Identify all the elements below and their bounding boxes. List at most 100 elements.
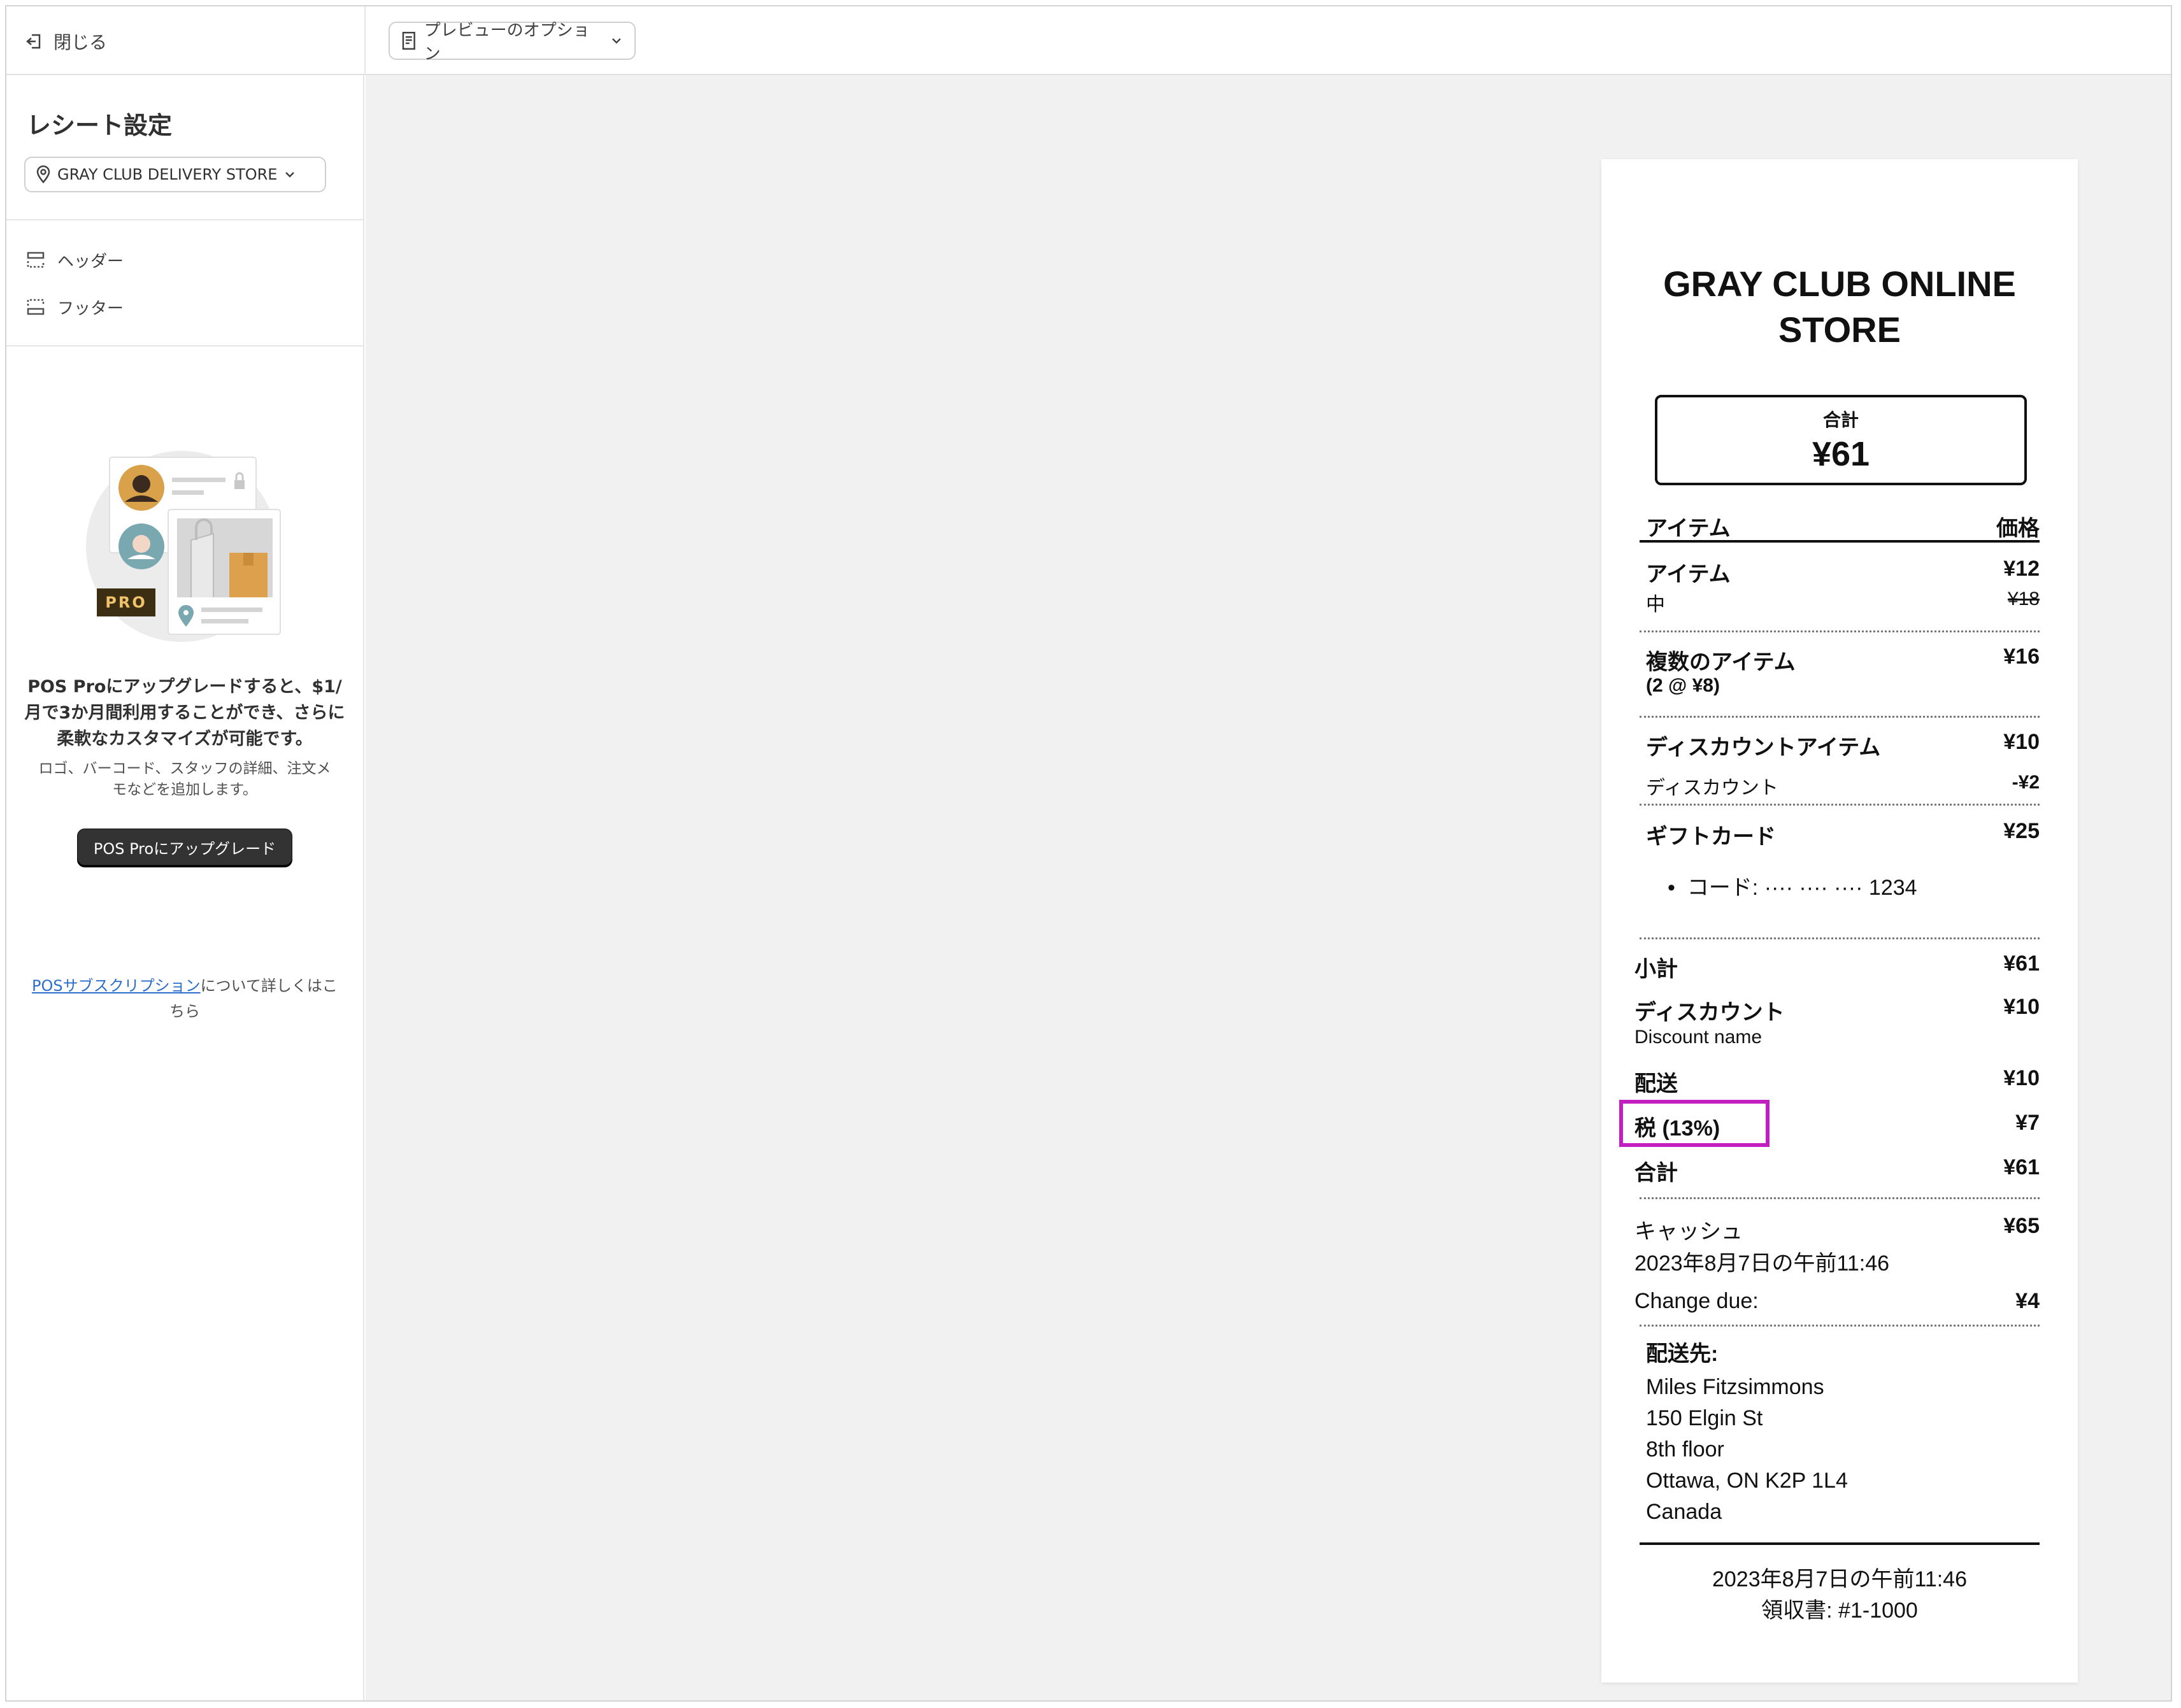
address-line: Miles Fitzsimmons	[1646, 1375, 1824, 1399]
promo-description: ロゴ、バーコード、スタッフの詳細、注文メモなどを追加します。	[38, 760, 331, 798]
pro-illustration-graphic	[86, 451, 281, 642]
exit-icon	[26, 34, 41, 49]
nav-item-footer[interactable]: フッター	[27, 293, 124, 321]
discount-row: ディスカウント ¥10	[1634, 995, 2040, 1026]
address-line: 150 Elgin St	[1646, 1406, 1763, 1430]
close-label: 閉じる	[54, 32, 108, 53]
shipping-value: ¥10	[2003, 1066, 2040, 1090]
close-button[interactable]: 閉じる	[25, 25, 107, 57]
line-item-original-price: ¥18	[2007, 588, 2040, 609]
nav-label-footer: フッター	[57, 299, 124, 318]
subscription-link[interactable]: POSサブスクリプション	[32, 977, 201, 995]
learn-more-text: POSサブスクリプションについて詳しくはこちら	[32, 973, 338, 1024]
line-item-variant-name: 中	[1646, 594, 1665, 615]
store-name: GRAY CLUB DELIVERY STORE	[57, 166, 278, 183]
sidebar-divider	[6, 219, 363, 220]
preview-options-button[interactable]: プレビューのオプション	[389, 21, 636, 64]
line-item-quantity: (2 @ ¥8)	[1640, 675, 2040, 697]
receipt-divider	[1640, 540, 2040, 543]
shipping-label: 配送	[1634, 1072, 1678, 1096]
pro-upgrade-promo: PRO POS Proにアップグレードすると、$1/月で3か月間利用することがで…	[19, 438, 350, 865]
line-item-discount-label: ディスカウント	[1646, 778, 1778, 799]
receipt-divider	[1640, 937, 2040, 939]
payment-date: 2023年8月7日の午前11:46	[1634, 1251, 1890, 1276]
gift-card-code-text: • コード: ···· ···· ···· 1234	[1668, 876, 1917, 900]
top-bar: 閉じる プレビューのオプション	[6, 6, 2171, 75]
tax-value: ¥7	[2015, 1111, 2040, 1135]
page-title: レシート設定	[27, 111, 173, 139]
receipt-divider	[1640, 1542, 2040, 1545]
receipt-divider	[1640, 630, 2040, 632]
ship-to-header: 配送先:	[1640, 1336, 2040, 1367]
footer-date: 2023年8月7日の午前11:46	[1712, 1567, 1967, 1591]
ship-to-label: 配送先:	[1646, 1342, 1719, 1366]
topbar-divider	[364, 6, 366, 75]
location-pin-icon	[36, 165, 50, 183]
chevron-down-icon	[612, 38, 621, 44]
shipping-address: Miles Fitzsimmons 150 Elgin St 8th floor…	[1646, 1372, 1848, 1528]
line-item-variant: 中 ¥18	[1640, 588, 2040, 616]
line-item-price: ¥25	[2003, 819, 2040, 843]
store-selector[interactable]: GRAY CLUB DELIVERY STORE	[24, 157, 326, 192]
change-value: ¥4	[2015, 1289, 2040, 1313]
change-row: Change due: ¥4	[1634, 1289, 2040, 1314]
receipt-number: 領収書: #1-1000	[1761, 1598, 1918, 1623]
chevron-down-icon	[285, 172, 295, 178]
promo-headline: POS Proにアップグレードすると、$1/月で3か月間利用することができ、さら…	[24, 677, 345, 749]
receipt-divider	[1640, 1325, 2040, 1327]
line-item-name: アイテム	[1646, 562, 1731, 587]
gift-card-code-value: コード: ···· ···· ···· 1234	[1687, 876, 1917, 900]
total-box-value: ¥61	[1812, 435, 1870, 473]
payment-value: ¥65	[2003, 1214, 2040, 1238]
discount-name-row: Discount name	[1634, 1027, 2040, 1048]
line-item: 複数のアイテム ¥16	[1640, 644, 2040, 676]
app-window: 閉じる プレビューのオプション レシート設定 GRAY CLUB DELIVER…	[5, 5, 2172, 1702]
line-item-price: ¥10	[2003, 730, 2040, 754]
items-header-price: 価格	[1996, 516, 2040, 541]
line-item-name: ディスカウントアイテム	[1646, 736, 1881, 760]
subtotal-label: 小計	[1634, 957, 1678, 981]
address-line: Canada	[1646, 1500, 1722, 1524]
nav-item-header[interactable]: ヘッダー	[27, 246, 124, 274]
total-label: 合計	[1634, 1161, 1678, 1185]
discount-name: Discount name	[1634, 1027, 1763, 1048]
payment-date-row: 2023年8月7日の午前11:46	[1634, 1246, 2040, 1277]
items-header-item: アイテム	[1646, 516, 1731, 541]
pro-badge: PRO	[105, 594, 147, 611]
change-label: Change due:	[1634, 1289, 1759, 1313]
line-item: ギフトカード ¥25	[1640, 819, 2040, 850]
shipping-row: 配送 ¥10	[1634, 1066, 2040, 1097]
payment-row: キャッシュ ¥65	[1634, 1214, 2040, 1245]
payment-label: キャッシュ	[1634, 1220, 1743, 1244]
line-item-discount: ディスカウント -¥2	[1640, 772, 2040, 800]
total-row: 合計 ¥61	[1634, 1155, 2040, 1186]
address-line: 8th floor	[1646, 1437, 1724, 1462]
receipt-store-name-text: GRAY CLUB ONLINE STORE	[1663, 264, 2016, 350]
line-item-price: ¥16	[2003, 644, 2040, 669]
line-item-discount-value: -¥2	[2012, 772, 2040, 793]
gift-card-code: • コード: ···· ···· ···· 1234	[1668, 870, 2040, 901]
upgrade-button[interactable]: POS Proにアップグレード	[77, 829, 292, 865]
total-box-label: 合計	[1822, 410, 1859, 430]
tax-highlight-box	[1619, 1100, 1770, 1147]
discount-value: ¥10	[2003, 995, 2040, 1019]
line-item: アイテム ¥12	[1640, 557, 2040, 588]
line-item-quantity-text: (2 @ ¥8)	[1646, 675, 1720, 696]
footer-layout-icon	[27, 299, 45, 315]
receipt-store-name: GRAY CLUB ONLINE STORE	[1601, 261, 2078, 353]
line-item-price: ¥12	[2003, 557, 2040, 581]
pro-illustration: PRO	[83, 438, 287, 655]
nav-label-header: ヘッダー	[57, 252, 124, 271]
receipt-divider	[1640, 804, 2040, 806]
receipt-icon	[402, 32, 415, 50]
receipt-divider	[1640, 1197, 2040, 1199]
receipt-preview: GRAY CLUB ONLINE STORE 合計 ¥61 アイテム 価格 アイ…	[1601, 159, 2078, 1683]
receipt-footer: 2023年8月7日の午前11:46 領収書: #1-1000	[1601, 1564, 2078, 1626]
line-item-name: ギフトカード	[1646, 825, 1776, 849]
subtotal-row: 小計 ¥61	[1634, 951, 2040, 983]
total-value: ¥61	[2003, 1155, 2040, 1179]
items-header: アイテム 価格	[1640, 511, 2040, 542]
line-item-name: 複数のアイテム	[1646, 650, 1796, 674]
line-item: ディスカウントアイテム ¥10	[1640, 730, 2040, 761]
subtotal-value: ¥61	[2003, 951, 2040, 976]
